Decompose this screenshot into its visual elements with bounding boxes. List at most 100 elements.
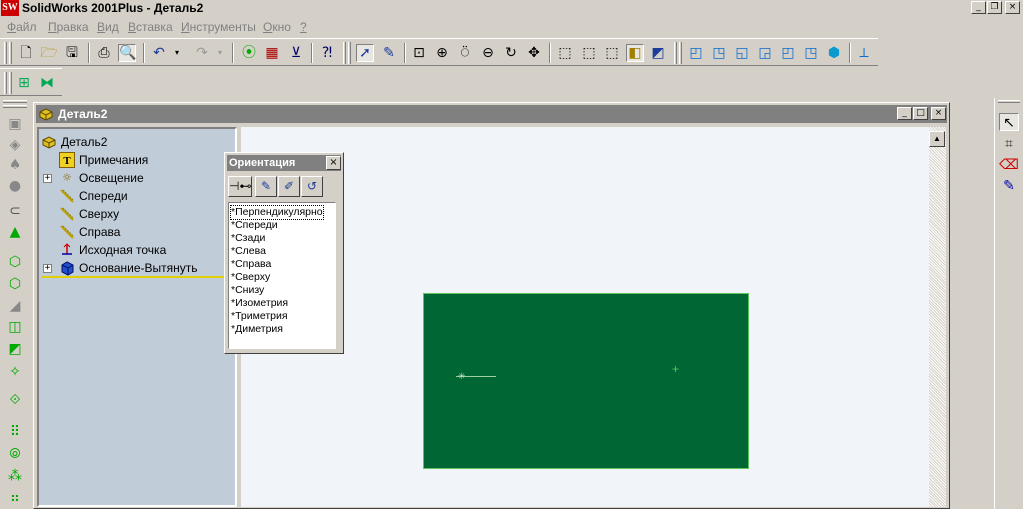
new-view-icon[interactable]: ✎	[255, 176, 277, 197]
select-other-icon[interactable]: ✎	[380, 44, 398, 62]
toolbar-grip[interactable]	[348, 42, 351, 64]
pin-icon[interactable]: ⊣⊷	[228, 176, 252, 197]
view-item[interactable]: *Изометрия	[231, 297, 288, 310]
redo-dropdown-icon[interactable]: ▾	[211, 44, 229, 62]
doc-maximize-button[interactable]: □	[913, 107, 928, 120]
app-logo-icon[interactable]: SW	[1, 0, 19, 16]
zoom-to-area-icon[interactable]: ⊕	[433, 44, 451, 62]
view-item[interactable]: *Триметрия	[231, 310, 288, 323]
close-button[interactable]: ×	[1005, 1, 1020, 14]
zoom-to-fit-icon[interactable]: ⊡	[410, 44, 428, 62]
view-item[interactable]: *Сверху	[231, 271, 270, 284]
toolbar-grip[interactable]	[3, 100, 27, 103]
hidden-lines-gray-icon[interactable]: ⬚	[580, 44, 598, 62]
toolbar-grip[interactable]	[4, 72, 7, 94]
toolbar-grip[interactable]	[3, 105, 27, 108]
smart-dimension-icon[interactable]: ⧓	[38, 74, 56, 92]
minimize-button[interactable]: _	[971, 1, 986, 14]
grid-icon[interactable]: ⌗	[999, 135, 1019, 153]
revolve-boss-icon[interactable]: ◈	[5, 136, 25, 154]
fillet-icon[interactable]: ▲	[5, 223, 25, 241]
chamfer-icon[interactable]: ⬡	[5, 253, 25, 271]
linear-pattern-icon[interactable]: ⠿	[5, 423, 25, 441]
whats-this-help-icon[interactable]: ⁈	[318, 44, 336, 62]
view-item[interactable]: *Перпендикулярно	[230, 205, 324, 220]
doc-close-button[interactable]: ×	[931, 107, 946, 120]
redo-icon[interactable]: ↷	[193, 44, 211, 62]
shaded-icon[interactable]: ◧	[626, 44, 644, 62]
new-file-icon[interactable]: 🗋	[17, 44, 35, 62]
view-item[interactable]: *Снизу	[231, 284, 264, 297]
orientation-close-button[interactable]: ×	[326, 156, 341, 170]
sweep-icon[interactable]: ♠	[5, 156, 25, 174]
view-back-icon[interactable]: ◳	[710, 44, 728, 62]
shadows-icon[interactable]: ◩	[649, 44, 667, 62]
select-arrow-icon[interactable]: ➚	[356, 44, 374, 62]
expand-icon[interactable]: +	[43, 264, 52, 273]
draft-icon[interactable]: ◫	[5, 318, 25, 336]
orientation-title-bar[interactable]: Ориентация ×	[227, 155, 341, 171]
zoom-to-selection-icon[interactable]: ⊖	[479, 44, 497, 62]
mirror-icon[interactable]: ⟐	[5, 391, 25, 409]
menu-help[interactable]: ?	[300, 17, 307, 37]
restore-button[interactable]: ❐	[987, 1, 1002, 14]
print-icon[interactable]: ⎙	[95, 44, 113, 62]
menu-window[interactable]: Окно	[263, 17, 291, 37]
view-front-icon[interactable]: ◰	[687, 44, 705, 62]
view-isometric-icon[interactable]: ⬢	[825, 44, 843, 62]
doc-minimize-button[interactable]: _	[897, 107, 912, 120]
pan-icon[interactable]: ✥	[525, 44, 543, 62]
curve-pattern-icon[interactable]: ⁂	[5, 467, 25, 485]
circular-pattern-icon[interactable]: ⦾	[5, 445, 25, 463]
orientation-view-list[interactable]: *Перпендикулярно *Спереди *Сзади *Слева …	[228, 202, 336, 349]
part-face[interactable]: ✳ +	[423, 293, 749, 469]
menu-view[interactable]: Вид	[97, 17, 119, 37]
sketch-icon[interactable]: ⊞	[15, 74, 33, 92]
view-item[interactable]: *Диметрия	[231, 323, 283, 336]
menu-edit[interactable]: Правка	[48, 17, 89, 37]
scroll-up-button[interactable]: ▲	[929, 131, 945, 147]
cut-extrude-icon[interactable]: ⊂	[5, 202, 25, 220]
options-grid-icon[interactable]: ▦	[263, 44, 281, 62]
sketch-pencil-icon[interactable]: ✎	[999, 177, 1019, 195]
view-item[interactable]: *Спереди	[231, 219, 278, 232]
extrude-boss-icon[interactable]: ▣	[5, 115, 25, 133]
update-view-icon[interactable]: ✐	[278, 176, 300, 197]
save-icon[interactable]: 🖫	[63, 44, 81, 62]
reset-views-icon[interactable]: ↺	[301, 176, 323, 197]
select-pointer-icon[interactable]: ↖	[999, 113, 1019, 131]
rollback-bar[interactable]	[41, 276, 233, 278]
zoom-in-out-icon[interactable]: ⍥	[456, 44, 474, 62]
hidden-lines-removed-icon[interactable]: ⬚	[603, 44, 621, 62]
view-item[interactable]: *Справа	[231, 258, 271, 271]
print-preview-icon[interactable]: 🔍	[118, 44, 136, 62]
vertical-scrollbar[interactable]: ▲	[929, 127, 946, 507]
document-title-bar[interactable]: Деталь2 _ □ ×	[36, 105, 947, 123]
rebuild-traffic-light-icon[interactable]: ⦿	[240, 44, 258, 62]
open-folder-icon[interactable]: 🗁	[40, 44, 58, 62]
normal-to-icon[interactable]: ⟂	[855, 44, 873, 62]
menu-file[interactable]: Файл	[7, 17, 37, 37]
wireframe-icon[interactable]: ⬚	[556, 44, 574, 62]
part-document-icon[interactable]	[38, 106, 54, 122]
shell-icon[interactable]: ⬡	[5, 275, 25, 293]
view-bottom-icon[interactable]: ◳	[802, 44, 820, 62]
sketch-pattern-icon[interactable]: ⠶	[5, 489, 25, 507]
menu-tools[interactable]: Инструменты	[181, 17, 256, 37]
selection-filter-icon[interactable]: ⊻	[287, 44, 305, 62]
hole-wizard-icon[interactable]: ✧	[5, 363, 25, 381]
view-item[interactable]: *Слева	[231, 245, 266, 258]
menu-insert[interactable]: Вставка	[128, 17, 173, 37]
rotate-view-icon[interactable]: ↻	[502, 44, 520, 62]
view-left-icon[interactable]: ◱	[733, 44, 751, 62]
undo-icon[interactable]: ↶	[150, 44, 168, 62]
toolbar-grip[interactable]	[998, 100, 1020, 103]
toolbar-grip[interactable]	[674, 42, 677, 64]
toolbar-grip[interactable]	[4, 42, 7, 64]
loft-icon[interactable]: ●	[5, 177, 25, 195]
toolbar-grip[interactable]	[9, 42, 12, 64]
expand-icon[interactable]: +	[43, 174, 52, 183]
sketch-eraser-icon[interactable]: ⌫	[999, 156, 1019, 174]
view-top-icon[interactable]: ◰	[779, 44, 797, 62]
toolbar-grip[interactable]	[343, 42, 346, 64]
